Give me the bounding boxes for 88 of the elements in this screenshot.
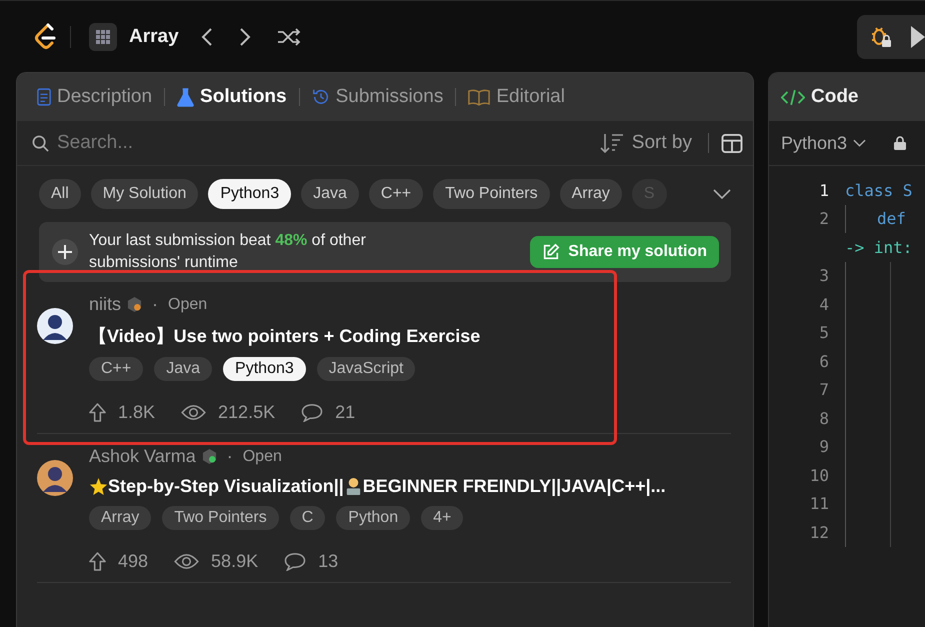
eye-icon [181, 404, 206, 421]
filter-chip[interactable]: My Solution [90, 179, 198, 209]
solution-title[interactable]: Step-by-Step Visualization|| BEGINNER FREINDLY||JAVA|C++|... [89, 476, 666, 497]
document-icon [37, 88, 51, 106]
separator-dot: · [152, 294, 158, 315]
language-tag[interactable]: Java [154, 357, 212, 381]
language-select[interactable]: Python3 [781, 132, 848, 154]
line-number: 11 [808, 494, 830, 514]
badge-icon [202, 448, 217, 465]
filter-chip[interactable]: All [39, 179, 81, 209]
comment-count: 13 [318, 551, 338, 572]
view-count: 212.5K [218, 402, 276, 423]
tab[interactable]: Description [33, 86, 156, 108]
line-number: 7 [818, 380, 830, 400]
language-tag[interactable]: JavaScript [316, 357, 416, 381]
book-icon [468, 88, 490, 106]
upvote-icon[interactable] [89, 552, 106, 571]
next-icon[interactable] [238, 26, 251, 46]
line-number: 6 [818, 352, 830, 371]
edit-icon [542, 243, 560, 261]
badge-icon [127, 296, 142, 313]
sort-icon[interactable] [600, 132, 624, 154]
avatar[interactable] [37, 308, 73, 344]
logo-icon[interactable] [34, 22, 58, 50]
star-icon [89, 477, 108, 496]
filter-chip[interactable]: Java [301, 179, 359, 209]
vote-count: 498 [118, 551, 148, 572]
shuffle-icon[interactable] [276, 26, 301, 46]
grid-icon[interactable] [89, 22, 117, 50]
separator-dot: · [226, 446, 233, 467]
view-count: 58.9K [211, 551, 258, 572]
line-number: 1 [818, 180, 830, 200]
avatar[interactable] [37, 460, 73, 496]
code-icon [781, 88, 805, 106]
status-label: Open [168, 296, 208, 314]
comment-count: 21 [335, 402, 356, 423]
share-solution-button[interactable]: Share my solution [530, 236, 719, 268]
comment-icon[interactable] [301, 403, 324, 422]
line-number: 8 [818, 408, 830, 428]
indent-guide [845, 204, 846, 233]
chevron-down-icon[interactable] [713, 189, 731, 199]
upvote-icon[interactable] [89, 403, 106, 422]
tab[interactable]: Editorial [464, 86, 569, 108]
language-tag[interactable]: Python3 [223, 357, 306, 381]
code-text: def [877, 209, 906, 228]
language-tag[interactable]: 4+ [421, 506, 464, 530]
code-text: class S [845, 180, 912, 200]
filter-chip[interactable]: Two Pointers [433, 179, 550, 209]
status-label: Open [242, 448, 282, 466]
eye-icon [174, 553, 200, 570]
language-tag[interactable]: Two Pointers [162, 506, 279, 530]
line-number: 10 [808, 466, 830, 485]
language-tag[interactable]: Array [89, 506, 152, 530]
panel-title[interactable]: Code [811, 86, 858, 108]
author-name[interactable]: niits [89, 294, 122, 315]
history-icon [312, 88, 330, 106]
language-tag[interactable]: Python [336, 506, 410, 530]
line-number: 9 [818, 437, 830, 456]
previous-icon[interactable] [200, 26, 213, 46]
language-tag[interactable]: C++ [89, 357, 144, 381]
search-icon [32, 134, 49, 152]
sort-button[interactable]: Sort by [632, 132, 692, 154]
language-tag[interactable]: C [290, 506, 326, 530]
run-icon[interactable] [911, 26, 925, 48]
line-number: 5 [818, 323, 830, 342]
solution-title[interactable]: 【Video】Use two pointers + Coding Exercise [89, 324, 480, 348]
filter-chip[interactable]: Array [560, 179, 622, 209]
debug-locked-icon[interactable] [869, 24, 893, 48]
comment-icon[interactable] [284, 552, 306, 571]
banner-text: Your last submission beat 48% of other submissions' runtime [89, 231, 367, 273]
line-number: 2 [818, 209, 830, 228]
vote-count: 1.8K [118, 402, 156, 423]
line-number: 12 [808, 522, 830, 542]
problem-list-title[interactable]: Array [129, 26, 179, 48]
flask-icon [177, 88, 194, 106]
tab[interactable]: Submissions [308, 86, 448, 108]
lock-icon [894, 136, 906, 150]
tab[interactable]: Solutions [173, 86, 291, 108]
line-number: 4 [818, 294, 830, 314]
code-text: -> int: [845, 238, 912, 257]
filter-chip[interactable]: C++ [368, 179, 424, 209]
search-field[interactable]: Search... [57, 132, 592, 154]
layout-icon[interactable] [721, 134, 743, 152]
author-name[interactable]: Ashok Varma [89, 446, 196, 467]
chevron-down-icon[interactable] [853, 139, 866, 147]
filter-chip[interactable]: Python3 [208, 179, 292, 209]
line-number: 3 [818, 266, 830, 286]
plus-icon[interactable] [51, 238, 79, 266]
